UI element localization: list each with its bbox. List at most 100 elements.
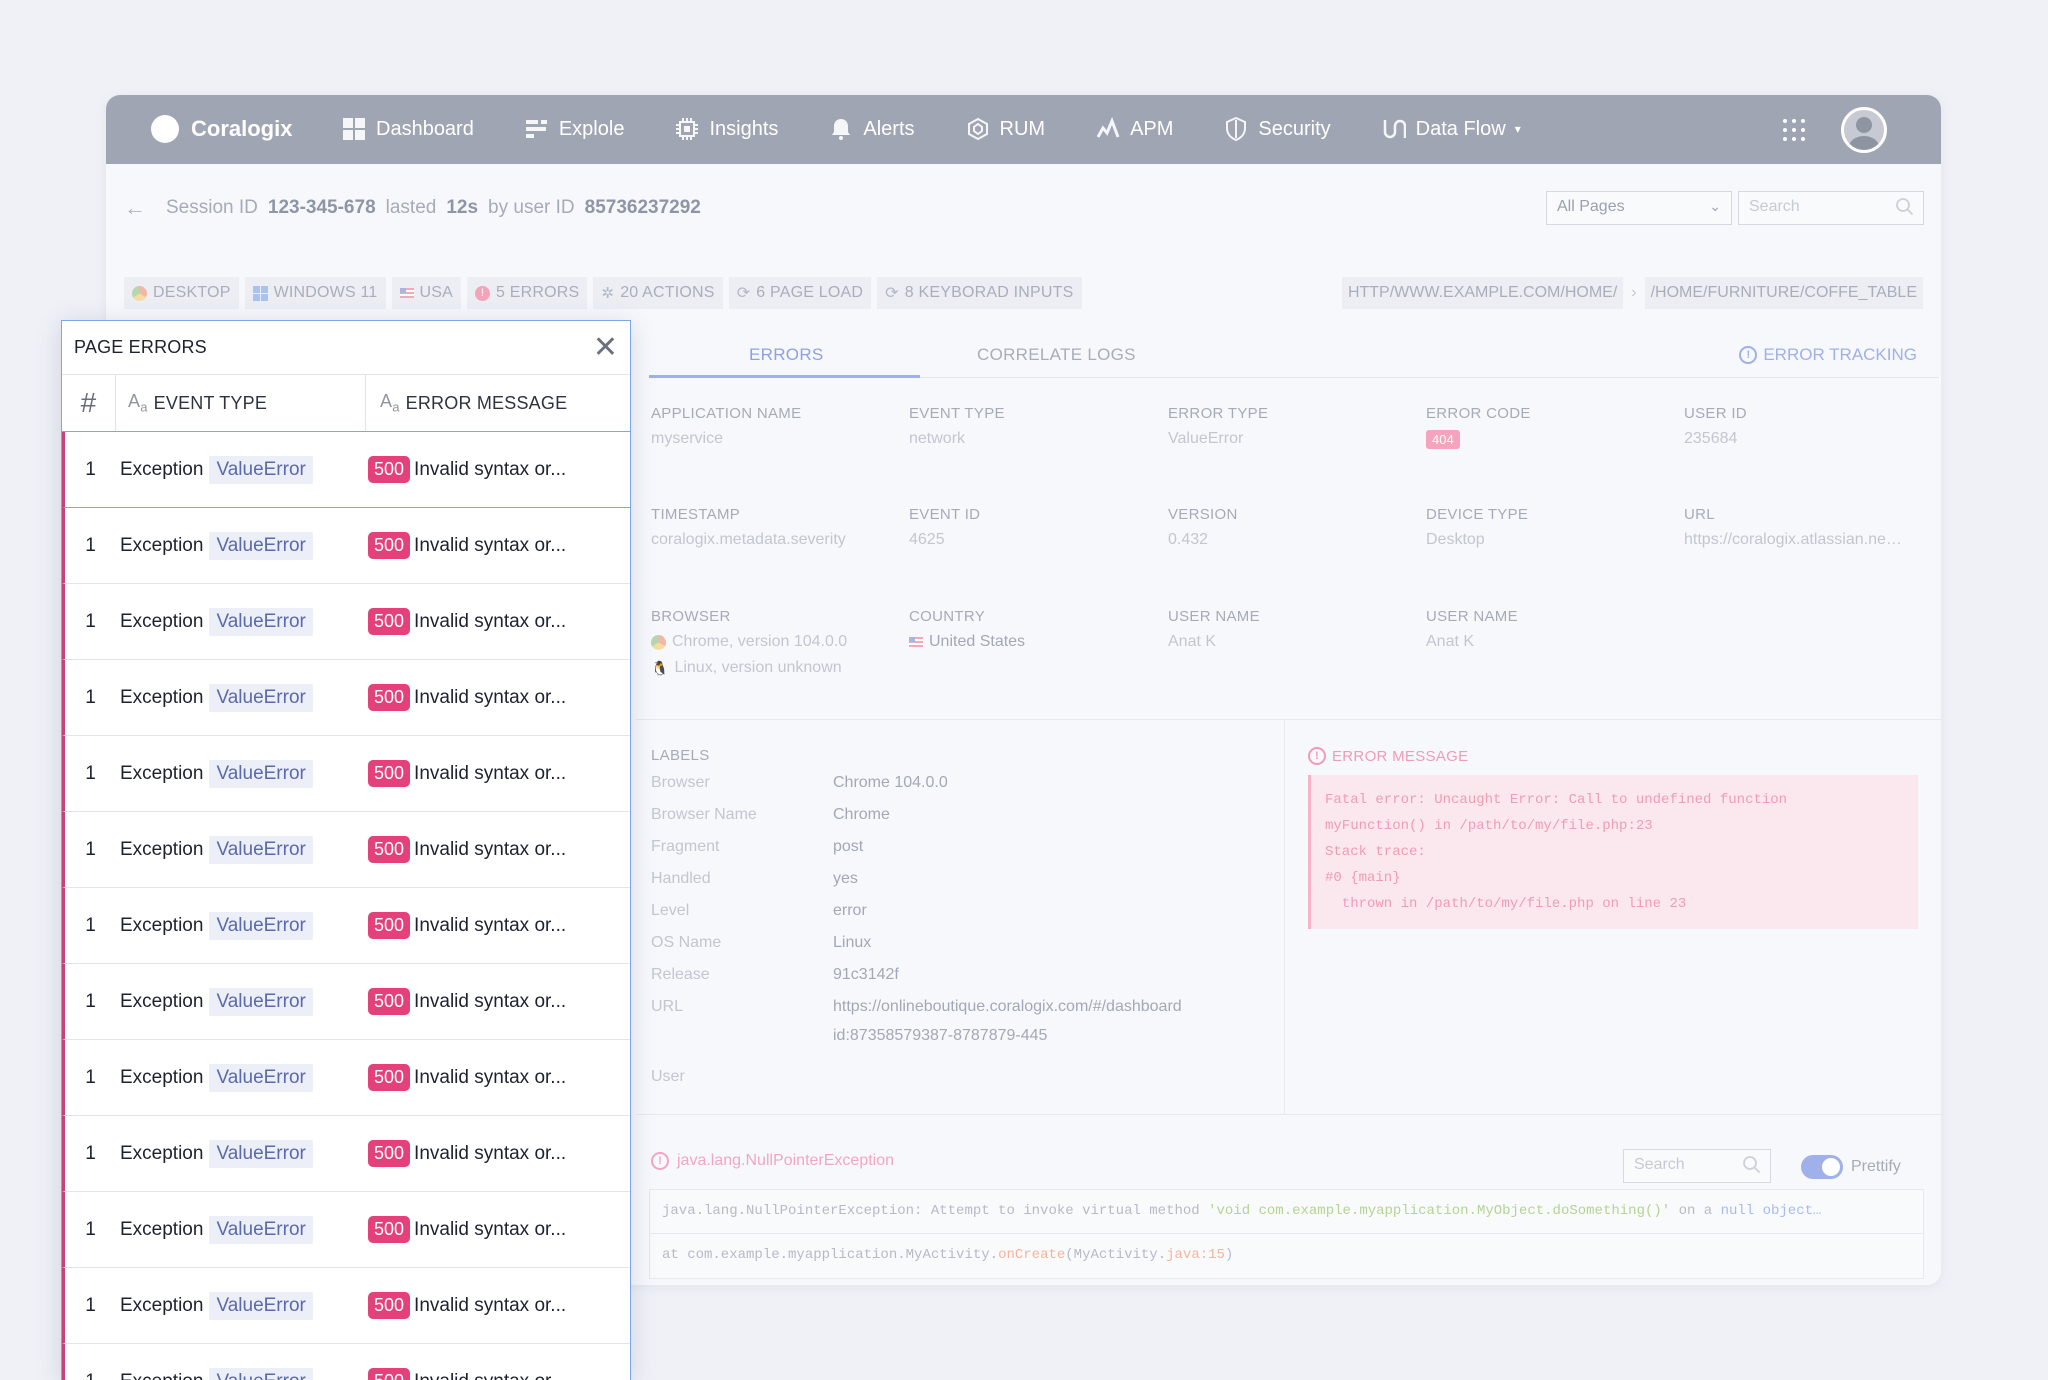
column-header-error-message[interactable]: Aa ERROR MESSAGE — [366, 375, 630, 431]
row-number: 1 — [85, 838, 96, 860]
avatar[interactable] — [1841, 107, 1887, 153]
row-error-message: 500Invalid syntax or... — [366, 836, 630, 863]
row-error-message: 500Invalid syntax or... — [366, 1064, 630, 1091]
top-search-input[interactable]: Search — [1738, 191, 1924, 225]
pages-select-value: All Pages — [1557, 198, 1625, 215]
row-error-message: 500Invalid syntax or... — [366, 988, 630, 1015]
column-header-event-type[interactable]: Aa EVENT TYPE — [116, 375, 366, 431]
brand[interactable]: Coralogix — [151, 115, 292, 143]
nav-item-alerts[interactable]: Alerts — [828, 113, 915, 145]
event-name: Exception — [120, 1066, 204, 1088]
table-row[interactable]: 1ExceptionValueError500Invalid syntax or… — [62, 1192, 630, 1268]
error-message-section: ! ERROR MESSAGE Fatal error: Uncaught Er… — [1308, 747, 1918, 929]
label-key: Level — [651, 902, 690, 919]
status-code-badge: 500 — [368, 1368, 411, 1380]
field-value: network — [909, 430, 966, 447]
close-icon[interactable]: ✕ — [593, 332, 618, 363]
code-string: 'void com.example.myapplication.MyObject… — [1208, 1203, 1671, 1219]
pages-select[interactable]: All Pages ⌄ — [1546, 191, 1732, 225]
table-row[interactable]: 1ExceptionValueError500Invalid syntax or… — [62, 1268, 630, 1344]
table-row[interactable]: 1ExceptionValueError500Invalid syntax or… — [62, 964, 630, 1040]
chip-country[interactable]: USA — [391, 277, 462, 309]
chip-keyboard-inputs[interactable]: ⟳ 8 KEYBORAD INPUTS — [877, 277, 1082, 309]
apm-icon — [1095, 116, 1121, 142]
url-crumb-current[interactable]: /HOME/FURNITURE/COFFE_TABLE — [1644, 277, 1923, 309]
field-user-id: USER ID 235684 — [1684, 405, 1924, 448]
status-code-badge: 500 — [368, 912, 411, 939]
chip-os[interactable]: WINDOWS 11 — [244, 277, 386, 309]
column-header-number[interactable]: # — [62, 375, 116, 431]
table-row[interactable]: 1ExceptionValueError500Invalid syntax or… — [62, 1344, 630, 1380]
event-name: Exception — [120, 762, 204, 784]
row-event-type: ExceptionValueError — [116, 1139, 366, 1168]
click-icon: ✲ — [601, 285, 615, 302]
field-label: USER NAME — [1426, 608, 1518, 625]
nav-item-data-flow[interactable]: Data Flow ▾ — [1381, 113, 1521, 145]
table-row[interactable]: 1ExceptionValueError500Invalid syntax or… — [62, 812, 630, 888]
session-user-id: 85736237292 — [584, 197, 701, 218]
row-error-message: 500Invalid syntax or... — [366, 1368, 630, 1380]
chip-page-load[interactable]: ⟳ 6 PAGE LOAD — [728, 277, 872, 309]
error-tracking-link[interactable]: ! ERROR TRACKING — [1739, 345, 1917, 365]
refresh-icon: ⟳ — [736, 285, 751, 302]
page-errors-panel: PAGE ERRORS ✕ # Aa EVENT TYPE Aa ERROR M… — [61, 320, 631, 1380]
us-flag-icon — [399, 288, 414, 298]
row-number: 1 — [85, 458, 96, 480]
code-text: (MyActivity. — [1065, 1247, 1167, 1263]
code-keyword: null — [1720, 1203, 1755, 1219]
error-line: Stack trace: — [1325, 844, 1426, 860]
row-error-message: 500Invalid syntax or... — [366, 1140, 630, 1167]
nav-right — [1783, 107, 1887, 153]
table-row[interactable]: 1ExceptionValueError500Invalid syntax or… — [62, 1040, 630, 1116]
nav-item-dashboard[interactable]: Dashboard — [341, 113, 474, 145]
chip-label: 8 KEYBORAD INPUTS — [904, 284, 1074, 301]
field-value: Linux, version unknown — [674, 659, 842, 676]
field-value[interactable]: https://coralogix.atlassian.ne… — [1684, 531, 1924, 549]
row-number: 1 — [85, 534, 96, 556]
field-event-type: EVENT TYPE network — [909, 405, 1149, 448]
error-message-text: Invalid syntax or... — [414, 914, 567, 936]
row-number: 1 — [85, 990, 96, 1012]
chevron-right-icon: › — [1631, 284, 1637, 301]
chip-errors[interactable]: ! 5 ERRORS — [467, 277, 588, 309]
nav-item-insights[interactable]: Insights — [674, 113, 778, 145]
code-text: object… — [1754, 1203, 1822, 1219]
table-row[interactable]: 1ExceptionValueError500Invalid syntax or… — [62, 508, 630, 584]
apps-grid-icon[interactable] — [1783, 119, 1805, 141]
table-row[interactable]: 1ExceptionValueError500Invalid syntax or… — [62, 888, 630, 964]
label-value-line: id:87358579387-8787879-445 — [833, 1027, 1048, 1044]
nav-item-explore[interactable]: Explole — [524, 113, 625, 145]
chip-label: DESKTOP — [153, 284, 231, 301]
tab-errors[interactable]: ERRORS — [749, 345, 824, 365]
table-row[interactable]: 1ExceptionValueError500Invalid syntax or… — [62, 584, 630, 660]
chip-device[interactable]: DESKTOP — [124, 277, 239, 309]
label-key: Browser Name — [651, 806, 757, 823]
label-row: User — [651, 1068, 1182, 1086]
nav-item-label: Explole — [558, 117, 625, 140]
error-type-tag: ValueError — [209, 1139, 313, 1168]
back-arrow-icon[interactable]: ← — [124, 195, 146, 221]
prettify-toggle[interactable] — [1801, 1155, 1843, 1179]
nav-item-security[interactable]: Security — [1223, 113, 1331, 145]
nav-item-rum[interactable]: RUM — [965, 113, 1045, 145]
error-type-tag: ValueError — [209, 1367, 313, 1380]
exception-search-input[interactable]: Search — [1623, 1149, 1771, 1183]
nav-item-label: Data Flow — [1415, 117, 1506, 140]
nav-item-apm[interactable]: APM — [1095, 113, 1173, 145]
event-name: Exception — [120, 686, 204, 708]
windows-icon — [252, 285, 268, 301]
label-key: User — [651, 1068, 685, 1085]
table-row[interactable]: 1ExceptionValueError500Invalid syntax or… — [62, 1116, 630, 1192]
nav-item-label: Security — [1258, 117, 1331, 140]
chip-actions[interactable]: ✲ 20 ACTIONS — [593, 277, 723, 309]
url-crumb-home[interactable]: HTTP/WWW.EXAMPLE.COM/HOME/ — [1341, 277, 1624, 309]
error-message-text: Invalid syntax or... — [414, 990, 567, 1012]
table-row[interactable]: 1ExceptionValueError500Invalid syntax or… — [62, 736, 630, 812]
tab-correlate-logs[interactable]: CORRELATE LOGS — [977, 345, 1136, 365]
table-row[interactable]: 1ExceptionValueError500Invalid syntax or… — [62, 660, 630, 736]
table-row[interactable]: 1ExceptionValueError500Invalid syntax or… — [62, 432, 630, 508]
field-label: COUNTRY — [909, 608, 985, 625]
label-value: Chrome 104.0.0 — [833, 774, 948, 791]
session-chips: DESKTOP WINDOWS 11 USA ! 5 ERRORS ✲ 20 ACT… — [124, 277, 1082, 309]
chip-label: 20 ACTIONS — [620, 284, 715, 301]
